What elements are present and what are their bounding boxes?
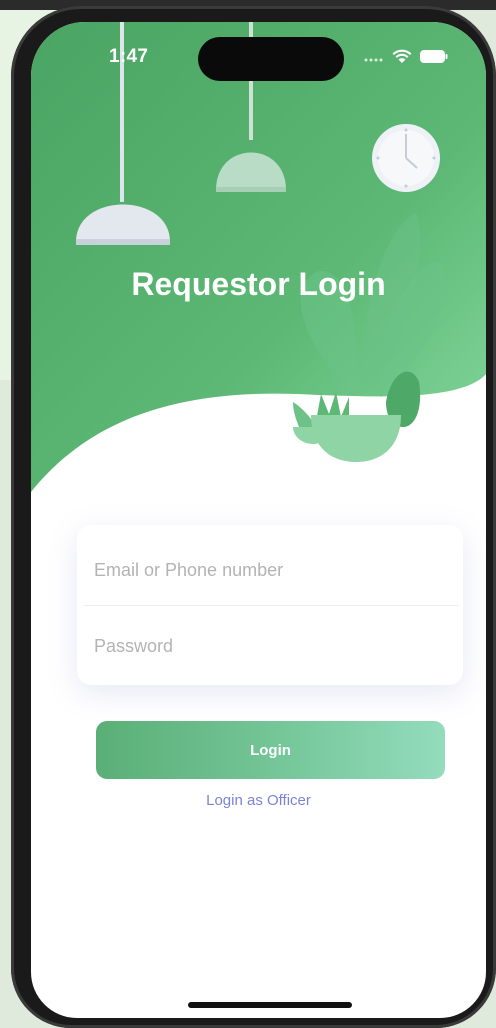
phone-frame: 1:47 Requestor Login Email or Phone numb… [11, 6, 496, 1028]
login-button[interactable]: Login [96, 721, 445, 779]
password-field[interactable] [92, 625, 456, 667]
signal-dots-icon [364, 50, 384, 68]
phone-screen: 1:47 Requestor Login Email or Phone numb… [31, 22, 486, 1018]
status-icons [364, 49, 448, 69]
email-or-phone-field[interactable] [92, 549, 456, 591]
battery-icon [420, 50, 448, 68]
login-as-officer-link[interactable]: Login as Officer [31, 792, 486, 809]
page: 1:47 Requestor Login Email or Phone numb… [0, 0, 496, 1028]
field-divider [83, 605, 459, 606]
page-title: Requestor Login [131, 266, 386, 302]
status-time: 1:47 [109, 46, 149, 67]
dynamic-island [198, 37, 344, 81]
login-form-card [77, 525, 463, 685]
home-indicator [188, 1002, 352, 1008]
wifi-icon [392, 49, 412, 69]
wall-clock-icon [372, 124, 440, 192]
